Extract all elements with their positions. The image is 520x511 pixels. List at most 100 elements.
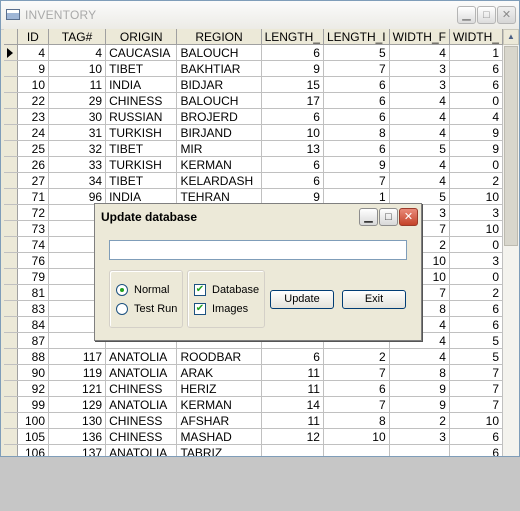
table-cell[interactable]: 0 xyxy=(449,268,503,285)
table-cell[interactable]: 17 xyxy=(261,92,324,109)
row-selector[interactable] xyxy=(4,44,18,61)
row-selector[interactable] xyxy=(4,76,18,93)
table-cell[interactable]: 27 xyxy=(17,172,50,189)
table-cell[interactable]: 32 xyxy=(48,140,107,157)
table-cell[interactable]: 4 xyxy=(48,44,107,61)
table-cell[interactable]: 6 xyxy=(323,140,390,157)
column-header[interactable]: LENGTH_ xyxy=(261,29,324,45)
row-selector[interactable] xyxy=(4,220,18,237)
table-cell[interactable]: 33 xyxy=(48,156,107,173)
table-cell[interactable]: 8 xyxy=(323,124,390,141)
table-cell[interactable]: 6 xyxy=(323,76,390,93)
table-cell[interactable]: 0 xyxy=(449,156,503,173)
table-cell[interactable]: 10 xyxy=(261,124,324,141)
table-cell[interactable]: KERMAN xyxy=(176,156,262,173)
table-cell[interactable]: 7 xyxy=(449,364,503,381)
dialog-maximize-button[interactable]: □ xyxy=(379,208,398,226)
table-cell[interactable]: 136 xyxy=(48,428,107,445)
table-cell[interactable]: 14 xyxy=(261,396,324,413)
dialog-text-input[interactable] xyxy=(109,240,407,260)
table-cell[interactable]: 90 xyxy=(17,364,50,381)
table-cell[interactable]: AFSHAR xyxy=(176,412,262,429)
table-cell[interactable]: 6 xyxy=(449,76,503,93)
table-cell[interactable]: 4 xyxy=(389,348,450,365)
table-cell[interactable]: 79 xyxy=(17,268,50,285)
table-cell[interactable]: 6 xyxy=(449,316,503,333)
radio-normal-indicator[interactable] xyxy=(116,284,128,296)
row-selector[interactable] xyxy=(4,332,18,349)
row-selector[interactable] xyxy=(4,140,18,157)
table-cell[interactable]: 88 xyxy=(17,348,50,365)
table-cell[interactable]: MASHAD xyxy=(176,428,262,445)
row-selector[interactable] xyxy=(4,300,18,317)
table-row[interactable]: 27 34 TIBET KELARDASH 6 7 4 2 xyxy=(4,172,503,189)
table-cell[interactable]: 9 xyxy=(261,60,324,77)
table-cell[interactable]: 81 xyxy=(17,284,50,301)
table-cell[interactable]: ANATOLIA xyxy=(105,444,178,456)
table-cell[interactable]: CHINESS xyxy=(105,428,178,445)
table-cell[interactable]: 6 xyxy=(449,60,503,77)
row-selector[interactable] xyxy=(4,156,18,173)
table-cell[interactable]: MIR xyxy=(176,140,262,157)
row-selector[interactable] xyxy=(4,172,18,189)
table-cell[interactable]: CHINESS xyxy=(105,92,178,109)
table-row[interactable]: 24 31 TURKISH BIRJAND 10 8 4 9 xyxy=(4,124,503,141)
table-cell[interactable]: 4 xyxy=(389,124,450,141)
table-cell[interactable] xyxy=(323,444,390,456)
table-cell[interactable]: 26 xyxy=(17,156,50,173)
table-cell[interactable]: 0 xyxy=(449,92,503,109)
table-cell[interactable]: 24 xyxy=(17,124,50,141)
table-cell[interactable]: ANATOLIA xyxy=(105,364,178,381)
scrollbar-thumb[interactable] xyxy=(504,46,518,246)
table-cell[interactable]: 22 xyxy=(17,92,50,109)
table-cell[interactable]: 11 xyxy=(261,412,324,429)
table-cell[interactable]: 74 xyxy=(17,236,50,253)
table-row[interactable]: 23 30 RUSSIAN BROJERD 6 6 4 4 xyxy=(4,108,503,125)
table-cell[interactable]: 76 xyxy=(17,252,50,269)
checkbox-images-box[interactable]: ✔ xyxy=(194,303,206,315)
table-cell[interactable]: 2 xyxy=(323,348,390,365)
table-cell[interactable]: 4 xyxy=(389,108,450,125)
table-cell[interactable]: 6 xyxy=(261,156,324,173)
row-selector[interactable] xyxy=(4,268,18,285)
table-cell[interactable]: BALOUCH xyxy=(176,44,262,61)
table-cell[interactable]: 3 xyxy=(389,60,450,77)
table-cell[interactable]: 7 xyxy=(323,172,390,189)
table-cell[interactable]: 7 xyxy=(323,396,390,413)
column-header[interactable]: WIDTH_ xyxy=(449,29,503,45)
update-button[interactable]: Update xyxy=(270,290,334,309)
table-cell[interactable]: 23 xyxy=(17,108,50,125)
table-cell[interactable]: 5 xyxy=(449,332,503,349)
table-cell[interactable]: 83 xyxy=(17,300,50,317)
table-cell[interactable]: 117 xyxy=(48,348,107,365)
table-cell[interactable]: 11 xyxy=(261,380,324,397)
minimize-button[interactable]: ▁ xyxy=(457,6,476,24)
table-cell[interactable]: INDIA xyxy=(105,76,178,93)
row-selector[interactable] xyxy=(4,284,18,301)
table-cell[interactable]: TIBET xyxy=(105,172,178,189)
table-cell[interactable]: 106 xyxy=(17,444,50,456)
checkbox-database-box[interactable]: ✔ xyxy=(194,284,206,296)
table-cell[interactable]: 8 xyxy=(389,364,450,381)
table-cell[interactable]: 13 xyxy=(261,140,324,157)
radio-test-run-indicator[interactable] xyxy=(116,303,128,315)
table-cell[interactable]: 4 xyxy=(389,92,450,109)
table-cell[interactable]: 2 xyxy=(389,412,450,429)
table-cell[interactable]: ANATOLIA xyxy=(105,396,178,413)
column-header[interactable]: WIDTH_F xyxy=(389,29,450,45)
row-selector[interactable] xyxy=(4,364,18,381)
table-cell[interactable]: 87 xyxy=(17,332,50,349)
table-cell[interactable]: ANATOLIA xyxy=(105,348,178,365)
table-cell[interactable]: 10 xyxy=(48,60,107,77)
table-row[interactable]: 22 29 CHINESS BALOUCH 17 6 4 0 xyxy=(4,92,503,109)
table-cell[interactable]: 4 xyxy=(17,44,50,61)
table-cell[interactable]: 6 xyxy=(449,444,503,456)
table-cell[interactable]: ARAK xyxy=(176,364,262,381)
table-cell[interactable]: HERIZ xyxy=(176,380,262,397)
scroll-up-button[interactable]: ▲ xyxy=(503,29,519,45)
table-cell[interactable]: 72 xyxy=(17,204,50,221)
row-selector[interactable] xyxy=(4,60,18,77)
column-header[interactable]: ORIGIN xyxy=(105,29,178,45)
table-row[interactable]: 92 121 CHINESS HERIZ 11 6 9 7 xyxy=(4,380,503,397)
table-cell[interactable]: 9 xyxy=(449,124,503,141)
